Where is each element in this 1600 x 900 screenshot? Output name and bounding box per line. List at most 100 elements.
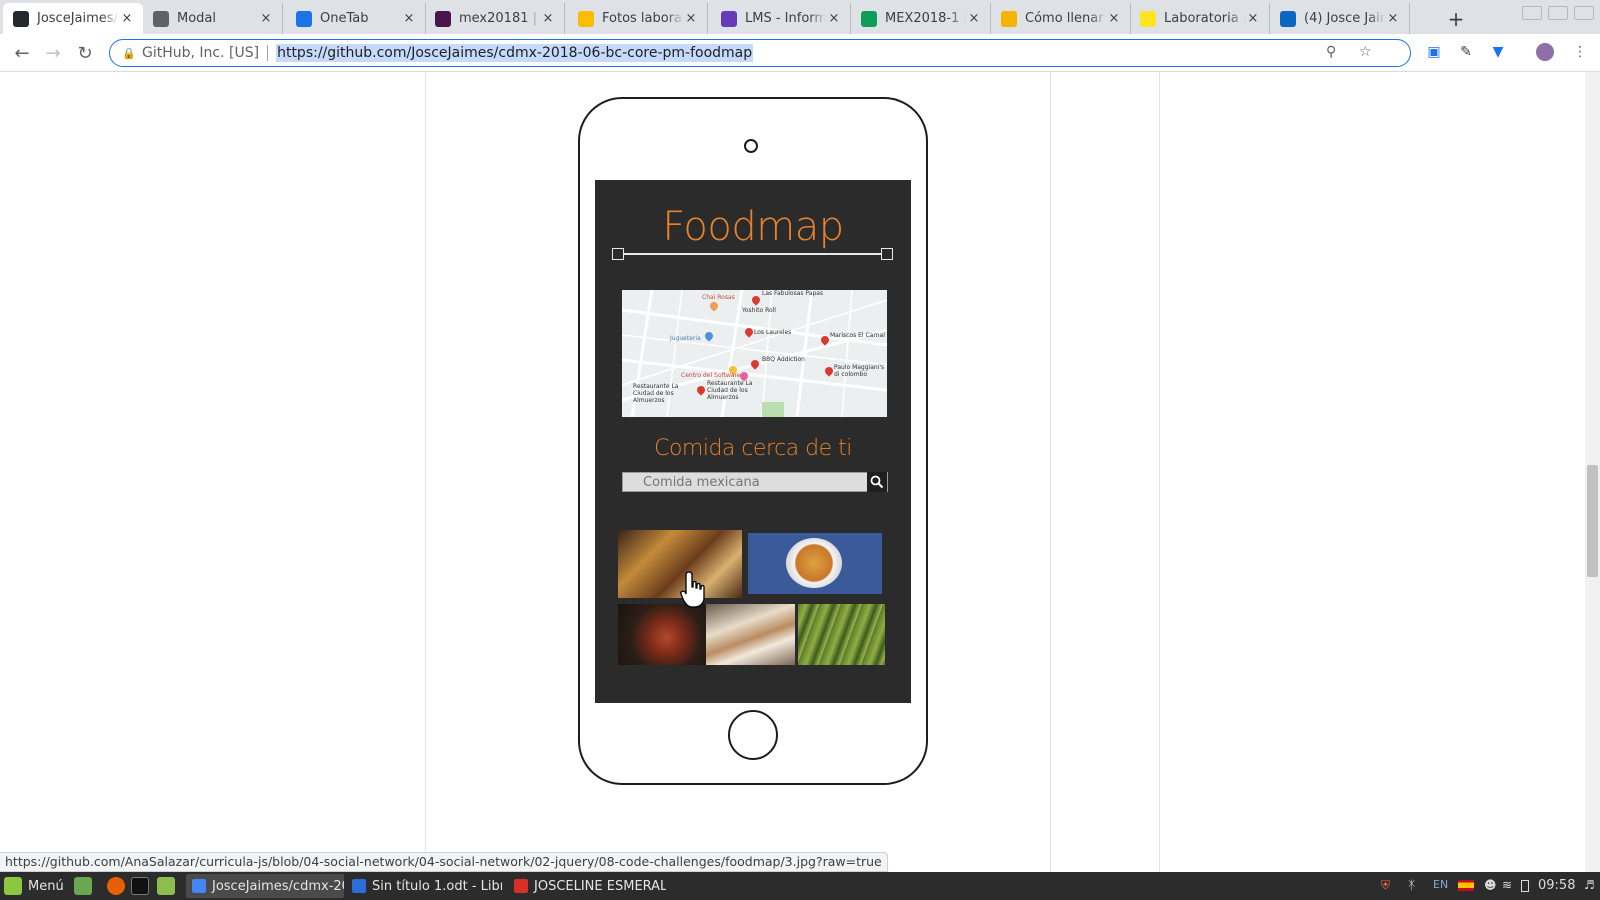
- map-label: BBQ Addiction: [762, 356, 805, 363]
- phone-home-button: [728, 710, 778, 760]
- url-text[interactable]: https://github.com/JosceJaimes/cdmx-2018…: [276, 44, 754, 62]
- close-tab-icon[interactable]: ×: [1245, 11, 1261, 26]
- browser-tab[interactable]: LMS - Información×: [711, 3, 851, 34]
- close-tab-icon[interactable]: ×: [966, 11, 982, 26]
- spanish-flag-icon[interactable]: [1458, 880, 1474, 891]
- line-handle-right: [881, 248, 893, 260]
- map-label: Paulo Maggiani's di colombo: [834, 364, 885, 378]
- food-photo-elotes: [798, 604, 885, 665]
- profile-avatar[interactable]: [1535, 42, 1555, 62]
- taskbar-window-label: JosceJaimes/cdmx-20...: [212, 878, 344, 894]
- food-photo-pozole: [618, 604, 706, 665]
- browser-tab[interactable]: JosceJaimes/cdmx-2018-06-bc-core-pm-food…: [3, 3, 143, 34]
- slides-icon: [1001, 10, 1017, 27]
- user-icon[interactable]: ☻: [1484, 878, 1497, 892]
- taskbar-window[interactable]: JosceJaimes/cdmx-20...: [186, 874, 344, 898]
- browser-tab[interactable]: Modal ×: [143, 3, 283, 34]
- food-photo-soup: [748, 533, 882, 594]
- browser-tab[interactable]: (4) Josce Jaimes×: [1270, 3, 1410, 34]
- taskbar-window[interactable]: Sin título 1.odt - Libre...: [346, 874, 502, 898]
- food-search-input[interactable]: [643, 473, 867, 491]
- close-tab-icon[interactable]: ×: [258, 11, 274, 26]
- browser-tab[interactable]: Laboratoria LMS×: [1130, 3, 1270, 34]
- browser-tab[interactable]: MEX2018-1 Resultados×: [851, 3, 991, 34]
- tab-title: Modal: [177, 11, 216, 26]
- bookmark-star-icon[interactable]: ☆: [1359, 44, 1372, 60]
- writer-icon: [352, 879, 366, 893]
- new-tab-button[interactable]: +: [1446, 7, 1466, 31]
- close-tab-icon[interactable]: ×: [119, 11, 135, 26]
- site-identity-label[interactable]: GitHub, Inc. [US]: [142, 45, 259, 61]
- close-window-button[interactable]: [1574, 6, 1594, 20]
- firefox-icon[interactable]: [107, 877, 125, 895]
- back-icon[interactable]: ←: [10, 41, 34, 65]
- nearby-food-heading: Comida cerca de ti: [654, 436, 852, 461]
- forward-icon[interactable]: →: [41, 41, 65, 65]
- translate-extension-icon[interactable]: ▣: [1424, 42, 1444, 62]
- os-taskbar: Menú ⛨ ᛡ EN ☻ ≋ 09:58 ♬ JosceJaimes/cdmx…: [0, 872, 1600, 900]
- pdf-icon: [514, 879, 528, 893]
- close-tab-icon[interactable]: ×: [826, 11, 842, 26]
- wifi-icon[interactable]: ≋: [1502, 878, 1512, 892]
- content-border-right: [1159, 72, 1160, 872]
- linkedin-icon: [1280, 10, 1296, 27]
- browser-tab[interactable]: Fotos laboratoria×: [568, 3, 708, 34]
- page-scrollbar[interactable]: [1585, 72, 1600, 872]
- map-label: Mariscos El Carnal: [830, 332, 885, 339]
- close-tab-icon[interactable]: ×: [683, 11, 699, 26]
- browser-tab[interactable]: OneTab ×: [286, 3, 426, 34]
- scrollbar-thumb[interactable]: [1587, 465, 1598, 577]
- close-tab-icon[interactable]: ×: [1385, 11, 1401, 26]
- shield-icon[interactable]: ⛨: [1381, 878, 1390, 893]
- minimize-button[interactable]: [1522, 6, 1542, 20]
- files-icon[interactable]: [157, 877, 175, 895]
- tab-title: Fotos laboratoria: [602, 11, 683, 26]
- tab-strip: JosceJaimes/cdmx-2018-06-bc-core-pm-food…: [0, 0, 1600, 34]
- show-desktop-icon[interactable]: [74, 877, 92, 895]
- zoom-icon[interactable]: ⚲: [1326, 44, 1336, 60]
- color-picker-extension-icon[interactable]: ✎: [1456, 42, 1476, 62]
- line-handle-left: [612, 248, 624, 260]
- start-menu-button[interactable]: Menú: [4, 876, 64, 896]
- mint-logo-icon: [4, 877, 22, 895]
- map-label: Yoshito Roll: [742, 307, 776, 314]
- browser-tab[interactable]: Cómo llenar el×: [991, 3, 1131, 34]
- onetab-icon: [296, 10, 312, 27]
- close-tab-icon[interactable]: ×: [1106, 11, 1122, 26]
- search-icon[interactable]: [867, 472, 887, 492]
- reload-icon[interactable]: ↻: [73, 41, 97, 65]
- address-bar[interactable]: 🔒 GitHub, Inc. [US] https://github.com/J…: [109, 39, 1411, 67]
- drive-icon: [578, 10, 594, 27]
- onetab-extension-icon[interactable]: ▼: [1488, 42, 1508, 62]
- browser-menu-icon[interactable]: ⋮: [1570, 42, 1590, 62]
- sheets-icon: [861, 10, 877, 27]
- bluetooth-icon[interactable]: ᛡ: [1408, 878, 1415, 892]
- laboratoria-icon: [1140, 10, 1156, 27]
- tab-title: Laboratoria LMS: [1164, 11, 1245, 26]
- map-label: Chai Rosas: [702, 294, 735, 301]
- close-tab-icon[interactable]: ×: [540, 11, 556, 26]
- tab-title: OneTab: [320, 11, 369, 26]
- volume-icon[interactable]: ♬: [1584, 878, 1595, 892]
- tab-title: Cómo llenar el: [1025, 11, 1106, 26]
- terminal-icon[interactable]: [131, 877, 149, 895]
- close-tab-icon[interactable]: ×: [401, 11, 417, 26]
- food-search-box: [622, 472, 888, 492]
- map-label: Las Fabulosas Papas: [762, 290, 824, 297]
- content-border-left: [425, 72, 426, 872]
- tab-title: JosceJaimes/cdmx-2018-06-bc-core-pm-food…: [37, 11, 119, 26]
- browser-tab[interactable]: mex20181 | Community×: [425, 3, 565, 34]
- map-label: Los Laureles: [754, 329, 792, 336]
- map-label: Centro del Software: [681, 372, 741, 379]
- maximize-button[interactable]: [1548, 6, 1568, 20]
- github-icon: [13, 10, 29, 27]
- battery-icon[interactable]: [1521, 880, 1529, 892]
- clock[interactable]: 09:58: [1538, 878, 1575, 893]
- tab-title: mex20181 | Community: [459, 11, 540, 26]
- keyboard-layout-indicator[interactable]: EN: [1433, 878, 1448, 891]
- title-underline: [617, 253, 889, 255]
- taskbar-window[interactable]: JOSCELINE ESMERAL...: [508, 874, 666, 898]
- phone-screen: Foodmap Chai Rosas Las Fabulosas Papas Y…: [595, 180, 911, 703]
- map-label: Jugueteria: [670, 335, 701, 342]
- phone-camera: [744, 139, 758, 153]
